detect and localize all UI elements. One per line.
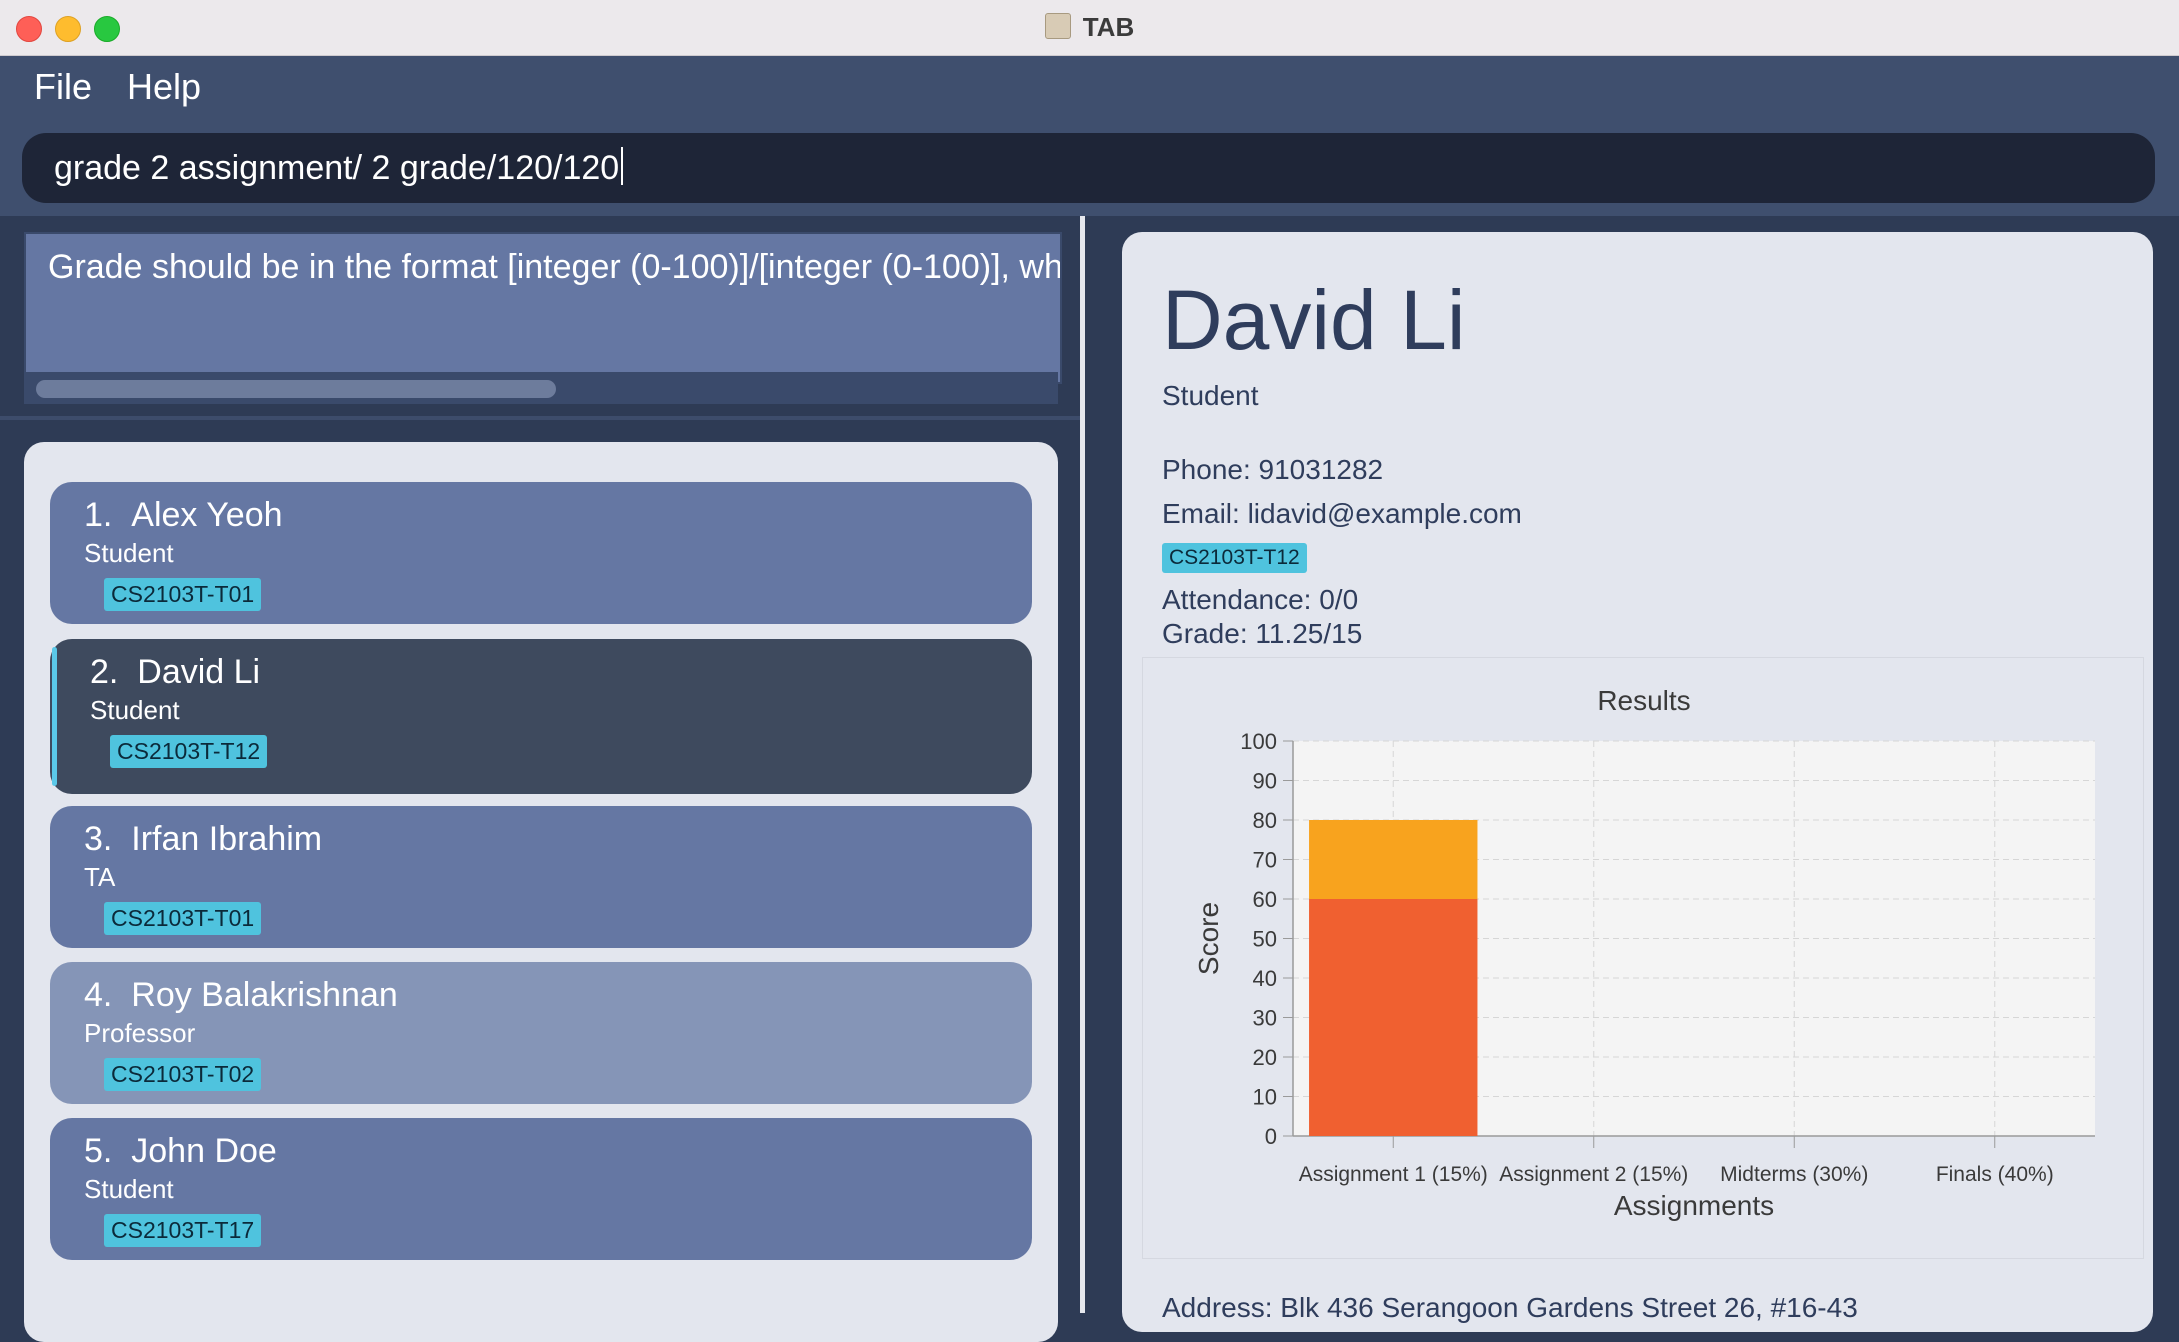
menu-bar: File Help — [0, 56, 2179, 121]
detail-phone: Phone: 91031282 — [1162, 454, 1384, 485]
y-tick-label: 50 — [1253, 927, 1277, 952]
person-detail-panel: David Li Student Phone: 91031282 Email: … — [1122, 232, 2153, 1332]
y-axis-label: Score — [1193, 902, 1224, 975]
command-input[interactable]: grade 2 assignment/ 2 grade/120/120 — [22, 133, 2155, 203]
results-chart: 0 10 20 30 40 50 60 70 80 90 100 Assignment 1 (15%)… — [1142, 657, 2144, 1259]
result-message: Grade should be in the format [integer (… — [48, 248, 1062, 286]
panel-splitter[interactable] — [1080, 216, 1098, 1313]
y-tick-label: 10 — [1253, 1085, 1277, 1110]
left-divider — [0, 416, 1080, 420]
person-card-role: TA — [84, 862, 116, 892]
x-axis-label: Assignments — [1614, 1190, 1774, 1221]
chart-title: Results — [1597, 685, 1690, 716]
x-tick-label: Finals (40%) — [1936, 1163, 2054, 1186]
person-card-tag: CS2103T-T12 — [110, 735, 268, 768]
y-tick-label: 70 — [1253, 848, 1277, 873]
y-tick-label: 60 — [1253, 887, 1277, 912]
person-card-tag: CS2103T-T02 — [104, 1058, 262, 1091]
command-area: grade 2 assignment/ 2 grade/120/120 — [0, 121, 2179, 216]
menu-help[interactable]: Help — [127, 66, 201, 108]
y-tick-label: 30 — [1253, 1006, 1277, 1031]
person-card-name: 4. Roy Balakrishnan — [84, 976, 398, 1014]
detail-role: Student — [1162, 380, 1259, 411]
person-card-selected[interactable]: 2. David Li Student CS2103T-T12 — [50, 639, 1032, 794]
results-chart-svg: 0 10 20 30 40 50 60 70 80 90 100 Assignment 1 (15%)… — [1193, 685, 2095, 1221]
window-title-group: TAB — [0, 12, 2179, 43]
person-card-name: 3. Irfan Ibrahim — [84, 820, 323, 858]
result-display: Grade should be in the format [integer (… — [24, 232, 1062, 384]
detail-grade: Grade: 11.25/15 — [1162, 618, 1363, 649]
person-card-name: 5. John Doe — [84, 1132, 277, 1170]
detail-email: Email: lidavid@example.com — [1162, 498, 1522, 529]
detail-attendance: Attendance: 0/0 — [1162, 584, 1359, 615]
detail-tag: CS2103T-T12 — [1162, 543, 1307, 573]
person-card-name: 1. Alex Yeoh — [84, 496, 283, 534]
detail-address: Address: Blk 436 Serangoon Gardens Stree… — [1162, 1292, 1858, 1323]
y-tick-label: 0 — [1265, 1124, 1277, 1149]
left-column: Grade should be in the format [integer (… — [0, 216, 1080, 1342]
menu-file[interactable]: File — [34, 66, 92, 108]
x-tick-label: Assignment 1 (15%) — [1299, 1163, 1488, 1186]
person-card-role: Student — [84, 1174, 174, 1204]
person-card-tag: CS2103T-T17 — [104, 1214, 262, 1247]
result-scrollbar-thumb[interactable] — [36, 380, 556, 398]
person-card-name: 2. David Li — [90, 653, 261, 691]
person-card[interactable]: 4. Roy Balakrishnan Professor CS2103T-T0… — [50, 962, 1032, 1104]
result-horizontal-scrollbar[interactable] — [24, 372, 1058, 404]
person-list: 1. Alex Yeoh Student CS2103T-T01 2. Davi… — [24, 442, 1058, 1342]
person-card[interactable]: 5. John Doe Student CS2103T-T17 — [50, 1118, 1032, 1260]
person-card-tag: CS2103T-T01 — [104, 902, 262, 935]
x-tick-label: Midterms (30%) — [1720, 1163, 1868, 1186]
person-card[interactable]: 1. Alex Yeoh Student CS2103T-T01 — [50, 482, 1032, 624]
y-tick-label: 90 — [1253, 769, 1277, 794]
command-input-value: grade 2 assignment/ 2 grade/120/120 — [54, 149, 620, 187]
x-tick-label: Assignment 2 (15%) — [1499, 1163, 1688, 1186]
right-column: David Li Student Phone: 91031282 Email: … — [1098, 216, 2179, 1332]
person-card-role: Student — [90, 695, 180, 725]
detail-name: David Li — [1162, 273, 1466, 367]
person-card-role: Student — [84, 538, 174, 568]
person-card-tag: CS2103T-T01 — [104, 578, 262, 611]
y-tick-label: 40 — [1253, 966, 1277, 991]
splitter-line — [1080, 216, 1085, 1313]
y-tick-label: 20 — [1253, 1045, 1277, 1070]
title-bar: TAB — [0, 0, 2179, 56]
window-title: TAB — [1082, 12, 1135, 42]
y-tick-label: 100 — [1240, 729, 1277, 754]
y-tick-label: 80 — [1253, 808, 1277, 833]
text-caret — [621, 147, 624, 185]
app-icon — [1044, 13, 1071, 39]
person-card[interactable]: 3. Irfan Ibrahim TA CS2103T-T01 — [50, 806, 1032, 948]
chart-bar — [1309, 820, 1478, 899]
chart-bar — [1309, 899, 1478, 1136]
person-card-role: Professor — [84, 1018, 196, 1048]
